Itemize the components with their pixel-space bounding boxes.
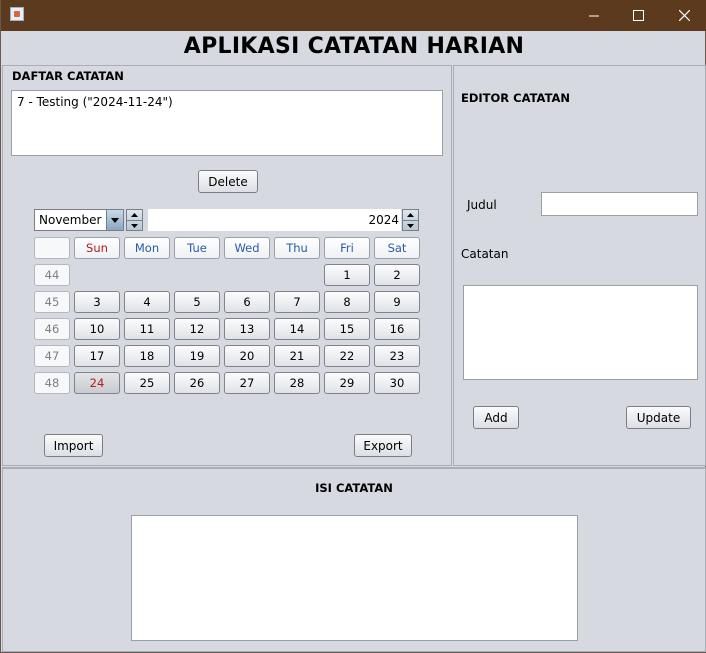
title-bar — [1, 0, 706, 31]
day-button[interactable]: 25 — [124, 372, 170, 394]
year-field[interactable]: 2024 — [148, 209, 401, 231]
close-button[interactable] — [661, 0, 706, 31]
day-button[interactable]: 26 — [174, 372, 220, 394]
judul-input[interactable] — [541, 192, 698, 216]
minimize-button[interactable] — [571, 0, 617, 31]
maximize-icon — [632, 10, 644, 21]
spin-down-icon[interactable] — [127, 221, 142, 231]
day-button[interactable]: 2 — [374, 264, 420, 286]
day-button[interactable]: 13 — [224, 318, 270, 340]
month-select[interactable]: November — [34, 209, 124, 231]
week-number: 47 — [34, 345, 70, 367]
day-button[interactable]: 19 — [174, 345, 220, 367]
day-button[interactable]: 24 — [74, 372, 120, 394]
day-button[interactable]: 22 — [324, 345, 370, 367]
editor-panel-title: EDITOR CATATAN — [461, 91, 571, 105]
day-button[interactable]: 1 — [324, 264, 370, 286]
judul-label: Judul — [467, 198, 497, 212]
day-button[interactable]: 4 — [124, 291, 170, 313]
week-number: 44 — [34, 264, 70, 286]
content-panel: ISI CATATAN — [2, 467, 706, 652]
day-button[interactable]: 30 — [374, 372, 420, 394]
week-number: 45 — [34, 291, 70, 313]
month-spinner[interactable] — [126, 209, 143, 231]
content-textarea[interactable] — [131, 515, 578, 641]
update-button[interactable]: Update — [626, 406, 691, 429]
day-button[interactable]: 18 — [124, 345, 170, 367]
import-button[interactable]: Import — [44, 434, 103, 457]
app-title: APLIKASI CATATAN HARIAN — [183, 34, 525, 59]
day-button[interactable]: 16 — [374, 318, 420, 340]
day-button[interactable]: 6 — [224, 291, 270, 313]
day-header-fri: Fri — [324, 237, 370, 259]
day-button[interactable]: 5 — [174, 291, 220, 313]
day-button[interactable]: 21 — [274, 345, 320, 367]
catatan-label: Catatan — [461, 247, 509, 261]
notes-list[interactable]: 7 - Testing ("2024-11-24") — [11, 90, 443, 156]
delete-button[interactable]: Delete — [198, 170, 258, 193]
day-button[interactable]: 27 — [224, 372, 270, 394]
day-button[interactable]: 20 — [224, 345, 270, 367]
day-button[interactable]: 14 — [274, 318, 320, 340]
content-panel-title: ISI CATATAN — [315, 481, 393, 495]
day-button[interactable]: 29 — [324, 372, 370, 394]
day-header-tue: Tue — [174, 237, 220, 259]
minimize-icon — [589, 15, 599, 16]
day-button[interactable]: 28 — [274, 372, 320, 394]
spin-up-icon[interactable] — [403, 210, 418, 221]
month-select-value: November — [39, 213, 102, 227]
day-button[interactable]: 17 — [74, 345, 120, 367]
day-header-sat: Sat — [374, 237, 420, 259]
year-spinner[interactable] — [402, 209, 419, 231]
day-button[interactable]: 12 — [174, 318, 220, 340]
day-button[interactable]: 9 — [374, 291, 420, 313]
week-header-corner — [34, 237, 70, 259]
day-button[interactable]: 8 — [324, 291, 370, 313]
close-icon — [678, 10, 690, 21]
week-number: 48 — [34, 372, 70, 394]
export-button[interactable]: Export — [354, 434, 412, 457]
day-button[interactable]: 23 — [374, 345, 420, 367]
catatan-textarea[interactable] — [463, 285, 698, 380]
spin-up-icon[interactable] — [127, 210, 142, 221]
day-button[interactable]: 7 — [274, 291, 320, 313]
app-window: APLIKASI CATATAN HARIAN DAFTAR CATATAN 7… — [0, 0, 706, 653]
day-header-mon: Mon — [124, 237, 170, 259]
week-number: 46 — [34, 318, 70, 340]
day-button[interactable]: 10 — [74, 318, 120, 340]
day-button[interactable]: 3 — [74, 291, 120, 313]
editor-panel: EDITOR CATATAN Judul Catatan Add Update — [453, 65, 706, 466]
chevron-down-icon[interactable] — [106, 210, 123, 230]
day-header-thu: Thu — [274, 237, 320, 259]
maximize-button[interactable] — [615, 0, 661, 31]
list-item[interactable]: 7 - Testing ("2024-11-24") — [17, 95, 173, 109]
spin-down-icon[interactable] — [403, 221, 418, 231]
day-header-sun: Sun — [74, 237, 120, 259]
add-button[interactable]: Add — [473, 406, 519, 429]
day-button[interactable]: 11 — [124, 318, 170, 340]
day-button[interactable]: 15 — [324, 318, 370, 340]
day-header-wed: Wed — [224, 237, 270, 259]
list-panel-title: DAFTAR CATATAN — [12, 69, 124, 83]
java-app-icon — [10, 7, 24, 21]
